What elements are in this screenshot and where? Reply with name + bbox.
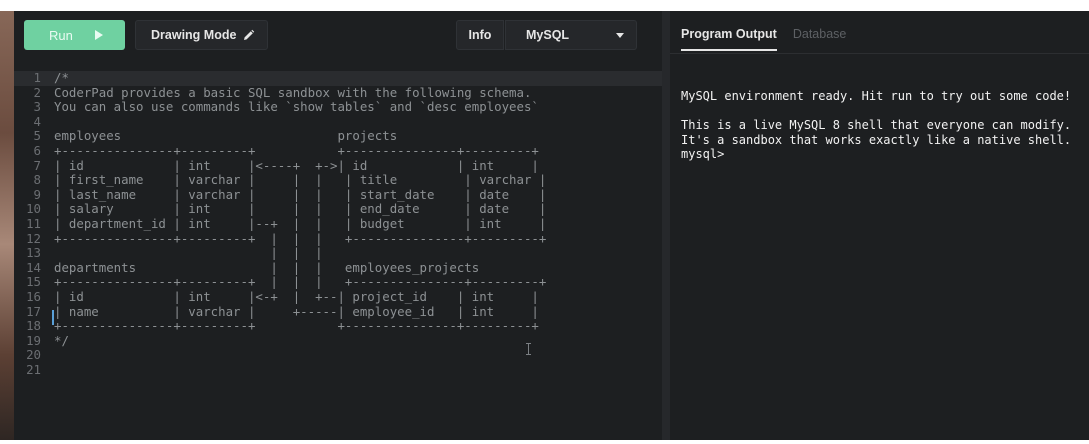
- drawing-mode-label: Drawing Mode: [151, 28, 237, 42]
- tab-database[interactable]: Database: [793, 27, 847, 51]
- code-line: 11 | department_id | int |--+ | | | budge…: [14, 215, 662, 232]
- terminal-line: This is a live MySQL 8 shell that everyo…: [681, 118, 1072, 133]
- background-strip: [0, 0, 14, 444]
- line-number: 5: [33, 128, 41, 144]
- line-number: 6: [33, 142, 41, 158]
- text-cursor: [52, 310, 54, 325]
- terminal-output[interactable]: MySQL environment ready. Hit run to try …: [681, 89, 1081, 162]
- code-line: 18 +---------------+---------+ +---------…: [14, 318, 662, 334]
- line-number: 10: [26, 201, 41, 217]
- code-text: | id | int |<-+ | +--| project_id | int …: [54, 288, 539, 304]
- code-line: 12 +---------------+---------+ | | | +---…: [14, 230, 662, 247]
- language-select[interactable]: MySQL: [505, 20, 637, 50]
- line-number: 2: [33, 84, 41, 100]
- code-line: 5 employees projects: [14, 129, 662, 144]
- code-text: | department_id | int |--+ | | | budget …: [54, 215, 547, 231]
- line-number: 13: [26, 245, 41, 261]
- line-number: 4: [33, 113, 41, 129]
- top-margin: [0, 0, 1089, 11]
- code-text: +---------------+---------+ +-----------…: [54, 318, 539, 334]
- code-line: 1 /*: [14, 70, 662, 86]
- code-line: 14 departments | | | employees_projects: [14, 259, 662, 276]
- code-text: | first_name | varchar | | | | title | v…: [54, 172, 547, 188]
- line-number: 17: [26, 303, 41, 319]
- line-number: 7: [33, 157, 41, 173]
- output-tabs: Program Output Database: [681, 27, 846, 51]
- tab-program-output[interactable]: Program Output: [681, 27, 777, 51]
- line-number: 1: [33, 70, 41, 85]
- code-text: | name | varchar | +-----| employee_id |…: [54, 303, 539, 319]
- terminal-line: It's a sandbox that works exactly like a…: [681, 132, 1072, 147]
- code-text: CoderPad provides a basic SQL sandbox wi…: [54, 84, 532, 100]
- play-icon: [94, 30, 103, 40]
- code-line: 13 | | |: [14, 246, 662, 261]
- pencil-icon: [244, 29, 255, 40]
- line-number: 20: [26, 347, 41, 363]
- code-line: 6 +---------------+---------+ +----------…: [14, 142, 662, 159]
- code-line: 3 You can also use commands like `show ta…: [14, 100, 662, 115]
- line-number: 9: [33, 186, 41, 202]
- editor-toolbar: Run Drawing Mode Info MySQL: [14, 11, 662, 63]
- info-button[interactable]: Info: [456, 20, 504, 50]
- chevron-down-icon: [616, 33, 624, 38]
- run-button[interactable]: Run: [24, 20, 125, 50]
- code-text: | last_name | varchar | | | | start_date…: [54, 186, 547, 202]
- line-number: 18: [26, 318, 41, 334]
- code-text: */: [54, 332, 69, 348]
- line-number: 21: [26, 361, 41, 377]
- code-line: 16 | id | int |<-+ | +--| project_id | in…: [14, 288, 662, 305]
- line-number: 3: [33, 99, 41, 115]
- code-text: departments | | | employees_projects: [54, 259, 480, 275]
- line-number: 19: [26, 332, 41, 348]
- drawing-mode-button[interactable]: Drawing Mode: [135, 20, 268, 50]
- line-number: 15: [26, 274, 41, 290]
- code-line: 2 CoderPad provides a basic SQL sandbox w…: [14, 84, 662, 101]
- line-number: 12: [26, 230, 41, 246]
- code-editor[interactable]: 1 /* 2 CoderPad provides a basic SQL sandbo…: [14, 70, 662, 391]
- code-text: +---------------+---------+ +-----------…: [54, 142, 539, 158]
- editor-pane: Run Drawing Mode Info MySQL 1 /* 2 CoderPad…: [14, 11, 662, 440]
- code-text: +---------------+---------+ | | | +-----…: [54, 230, 547, 246]
- code-line: 4: [14, 113, 662, 130]
- code-line: 9 | last_name | varchar | | | | start_dat…: [14, 186, 662, 203]
- terminal-line: MySQL environment ready. Hit run to try …: [681, 89, 1072, 103]
- tabs-divider: [670, 53, 1089, 54]
- code-line: 7 | id | int |<----+ +->| id | int |: [14, 157, 662, 174]
- code-text: | salary | int | | | | end_date | date |: [54, 201, 547, 217]
- code-text: employees projects: [54, 128, 398, 144]
- code-line: 8 | first_name | varchar | | | | title | …: [14, 173, 662, 188]
- code-text: You can also use commands like `show tab…: [54, 99, 539, 115]
- code-text: +---------------+---------+ | | | +-----…: [54, 274, 547, 290]
- terminal-line: mysql>: [681, 147, 725, 162]
- code-text: /*: [54, 70, 69, 85]
- line-number: 8: [33, 172, 41, 188]
- terminal-spacer: [681, 104, 1081, 119]
- ibeam-pointer-icon: [526, 343, 531, 355]
- code-line: 15 +---------------+---------+ | | | +---…: [14, 275, 662, 290]
- line-number: 14: [26, 259, 41, 275]
- code-text: | | |: [54, 245, 323, 261]
- code-line: 10 | salary | int | | | | end_date | date…: [14, 202, 662, 217]
- language-selected-value: MySQL: [526, 28, 570, 42]
- code-line: 20: [14, 348, 662, 363]
- code-line: 21: [14, 361, 662, 378]
- code-line: 17 | name | varchar | +-----| employee_id…: [14, 303, 662, 320]
- code-line: 19 */: [14, 332, 662, 349]
- coderpad-app: Run Drawing Mode Info MySQL 1 /* 2 CoderPad…: [14, 11, 1089, 440]
- pane-splitter[interactable]: [662, 11, 670, 440]
- bottom-margin: [0, 440, 1089, 444]
- line-number: 16: [26, 288, 41, 304]
- output-pane: Program Output Database MySQL environmen…: [670, 11, 1089, 440]
- line-number: 11: [26, 215, 41, 231]
- info-label: Info: [468, 28, 492, 42]
- run-label: Run: [49, 27, 73, 43]
- code-text: | id | int |<----+ +->| id | int |: [54, 157, 539, 173]
